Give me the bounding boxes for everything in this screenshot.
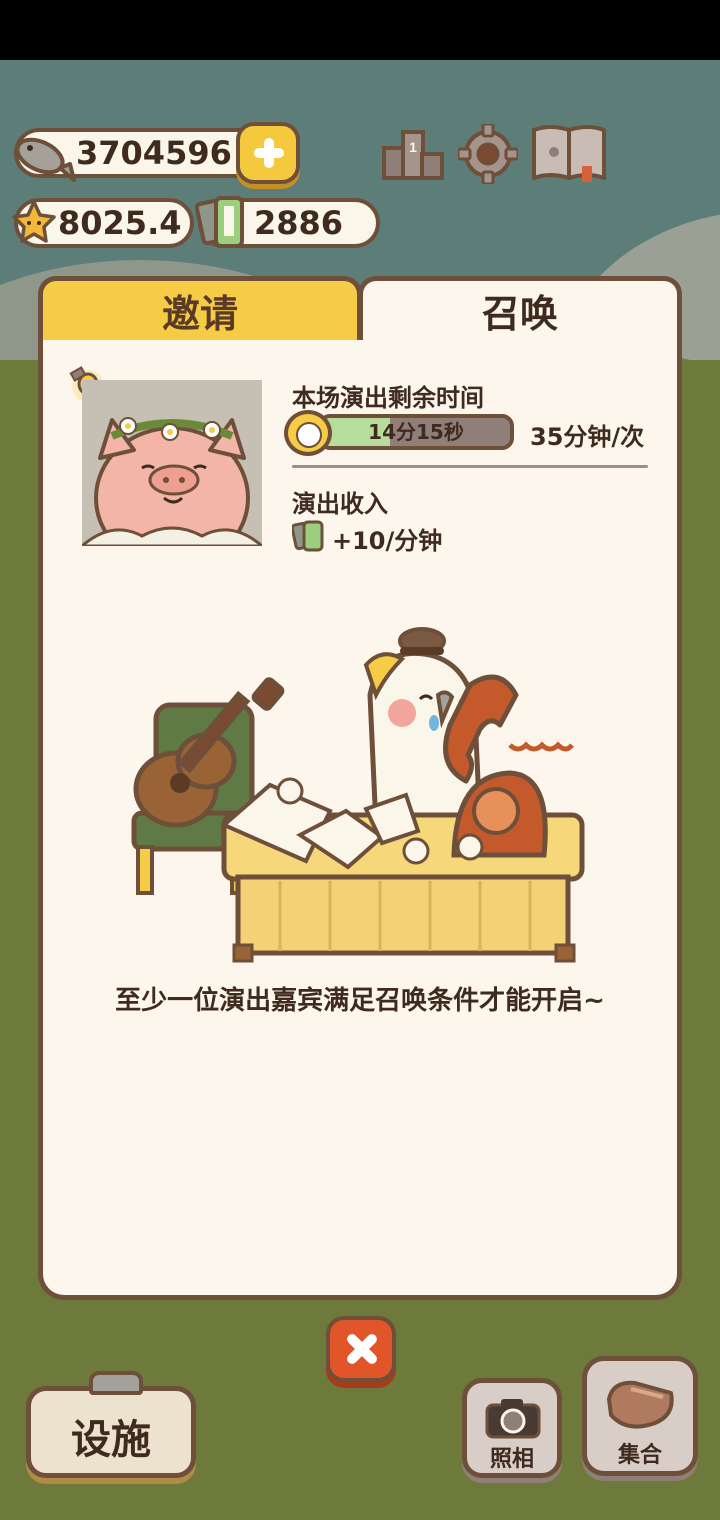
summon-illustration xyxy=(131,627,585,963)
performance-rate: 35分钟/次 xyxy=(530,423,645,451)
book-icon[interactable] xyxy=(530,122,608,184)
photo-label: 照相 xyxy=(489,1447,534,1472)
close-button[interactable] xyxy=(326,1316,396,1382)
add-fish-button[interactable] xyxy=(236,122,300,184)
income-value: +10/分钟 xyxy=(332,527,443,555)
facility-label: 设施 xyxy=(71,1417,151,1463)
gather-label: 集合 xyxy=(617,1443,662,1468)
gather-button[interactable]: 集合 xyxy=(582,1356,698,1476)
svg-text:1: 1 xyxy=(409,139,417,155)
remaining-time-value: 14分15秒 xyxy=(368,420,464,444)
star-count: 8025.4 xyxy=(58,204,182,242)
remaining-time-progress: 14分15秒 xyxy=(318,414,514,450)
remaining-time-label: 本场演出剩余时间 xyxy=(292,384,484,412)
pig-character-image xyxy=(82,417,262,546)
film-icon xyxy=(194,196,244,248)
star-icon xyxy=(12,200,56,243)
gear-icon[interactable] xyxy=(458,124,518,184)
timer-icon xyxy=(284,410,332,456)
fish-count: 3704596 xyxy=(76,134,232,172)
podium-icon[interactable]: 1 xyxy=(382,126,444,182)
clipboard-clip-icon xyxy=(89,1371,143,1395)
income-label: 演出收入 xyxy=(292,490,388,518)
guest-portrait[interactable] xyxy=(82,380,262,546)
camera-icon xyxy=(485,1399,541,1439)
divider xyxy=(292,465,648,468)
film-icon xyxy=(292,520,324,552)
status-bar xyxy=(0,0,720,60)
facility-button[interactable]: 设施 xyxy=(26,1371,196,1478)
fish-icon xyxy=(15,137,76,182)
summon-condition-message: 至少一位演出嘉宾满足召唤条件才能开启~ xyxy=(115,986,605,1016)
whistle-icon xyxy=(607,1380,674,1429)
film-count: 2886 xyxy=(254,204,344,242)
photo-button[interactable]: 照相 xyxy=(462,1378,562,1478)
